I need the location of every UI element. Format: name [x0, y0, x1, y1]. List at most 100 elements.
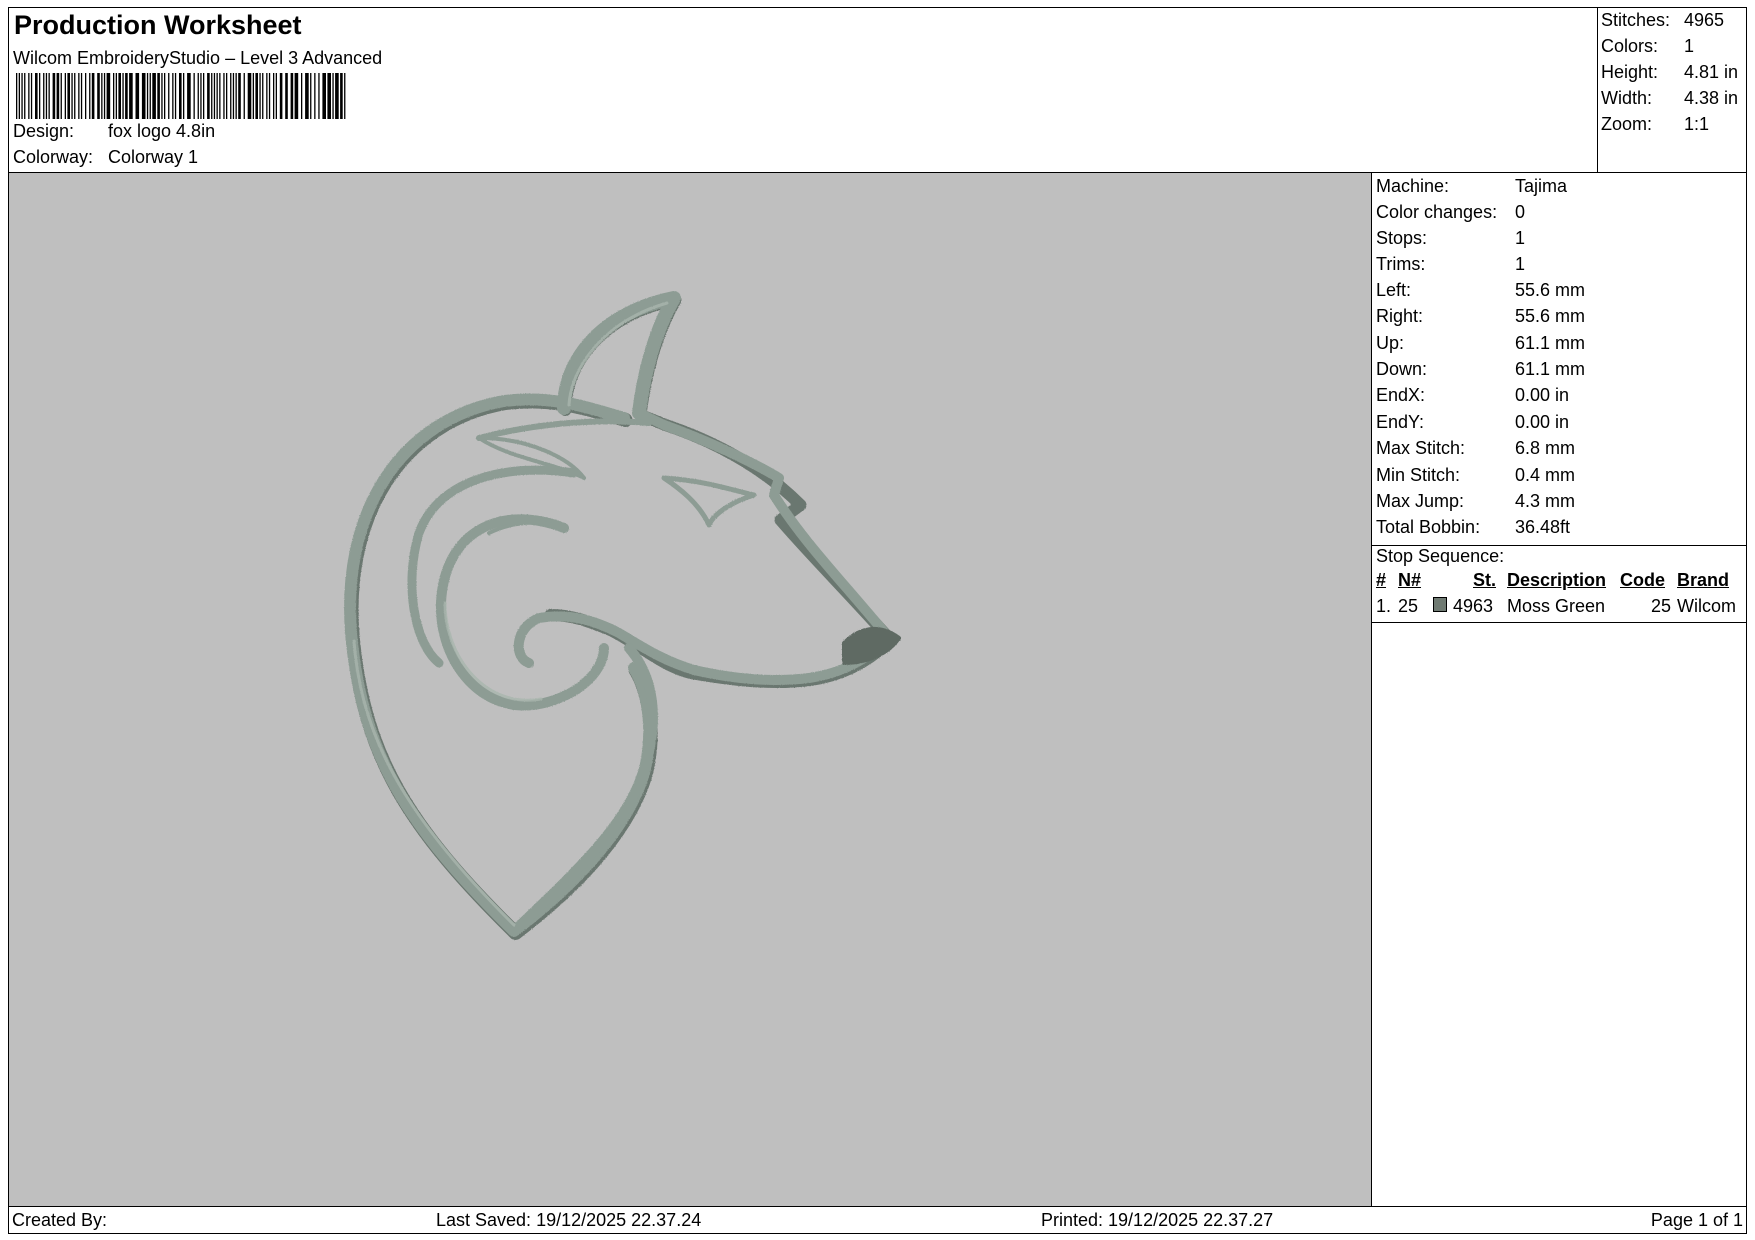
printed-date: Printed: 19/12/2025 22.37.27 — [1041, 1210, 1274, 1230]
trims-row: Trims: 1 — [1376, 254, 1526, 274]
barcode-bar — [322, 73, 326, 119]
row-description: Moss Green — [1507, 596, 1606, 616]
design-stats: Stitches: 4965 Colors: 1 Height: 4.81 in Wi… — [1598, 7, 1747, 173]
barcode-bar — [67, 73, 70, 119]
barcode-bar — [146, 73, 149, 119]
col-header-stitches: St. — [1473, 570, 1497, 590]
col-header-code: Code — [1620, 570, 1665, 590]
barcode-bar — [101, 73, 103, 119]
barcode-bar — [213, 73, 216, 119]
design-row: Design: fox logo 4.8in — [13, 121, 215, 142]
barcode-bar — [193, 73, 195, 119]
barcode-bar — [255, 73, 258, 119]
barcode-bar — [301, 73, 303, 119]
max-jump-row: Max Jump: 4.3 mm — [1376, 491, 1576, 511]
stat-height: Height: 4.81 in — [1601, 62, 1739, 82]
barcode — [16, 73, 346, 119]
col-header-brand: Brand — [1677, 570, 1730, 590]
barcode-bar — [35, 73, 38, 119]
design-label: Design: — [13, 121, 75, 141]
barcode-bar — [118, 73, 121, 119]
barcode-bar — [78, 73, 80, 119]
barcode-bar — [259, 73, 261, 119]
barcode-bar — [279, 73, 283, 119]
colorway-label: Colorway: — [13, 147, 94, 167]
stat-width: Width: 4.38 in — [1601, 88, 1739, 108]
barcode-bar — [252, 73, 254, 119]
barcode-bar — [174, 73, 177, 119]
right-row: Right: 55.6 mm — [1376, 306, 1586, 326]
barcode-bar — [187, 73, 191, 119]
created-by: Created By: — [12, 1210, 108, 1230]
stop-sequence-title: Stop Sequence: — [1376, 546, 1505, 566]
row-stitches: 4963 — [1453, 596, 1494, 616]
barcode-bar — [21, 73, 23, 119]
endy-row: EndY: 0.00 in — [1376, 412, 1570, 432]
barcode-bar — [207, 73, 210, 119]
barcode-bar — [28, 73, 30, 119]
barcode-bar — [305, 73, 309, 119]
barcode-bar — [106, 73, 111, 119]
stat-colors: Colors: 1 — [1601, 36, 1695, 56]
col-header-description: Description — [1507, 570, 1607, 590]
barcode-bar — [71, 73, 73, 119]
barcode-bar — [219, 73, 221, 119]
stops-row: Stops: 1 — [1376, 228, 1526, 248]
barcode-bar — [200, 73, 202, 119]
barcode-bar — [230, 73, 232, 119]
worksheet-footer: Created By: Last Saved: 19/12/2025 22.37… — [8, 1206, 1747, 1234]
barcode-bar — [103, 73, 106, 119]
barcode-bar — [266, 73, 268, 119]
barcode-bar — [157, 73, 160, 119]
machine-info-panel: Machine: Tajima Color changes: 0 Stops: 1 T… — [1372, 173, 1747, 546]
barcode-bar — [318, 73, 320, 119]
barcode-bar — [115, 73, 117, 119]
barcode-bar — [294, 73, 299, 119]
barcode-bar — [344, 73, 346, 119]
barcode-bar — [52, 73, 56, 119]
barcode-bar — [64, 73, 66, 119]
barcode-bar — [89, 73, 91, 119]
stop-sequence-panel: Stop Sequence: # N# St. Description Code… — [1372, 546, 1747, 623]
barcode-bar — [203, 73, 205, 119]
barcode-bar — [335, 73, 339, 119]
row-brand: Wilcom — [1677, 596, 1736, 616]
fox-logo-embroidery — [344, 291, 901, 940]
down-row: Down: 61.1 mm — [1376, 359, 1586, 379]
barcode-bar — [149, 73, 151, 119]
page-title: Production Worksheet — [14, 10, 302, 40]
barcode-bar — [172, 73, 174, 119]
barcode-bar — [238, 73, 241, 119]
barcode-bar — [179, 73, 182, 119]
barcode-bar — [164, 73, 166, 119]
left-row: Left: 55.6 mm — [1376, 280, 1586, 300]
barcode-bar — [45, 73, 48, 119]
barcode-bar — [80, 73, 83, 119]
color-changes-row: Color changes: 0 — [1376, 202, 1526, 222]
barcode-bar — [135, 73, 140, 119]
page-number: Page 1 of 1 — [1650, 1210, 1743, 1230]
barcode-bar — [125, 73, 128, 119]
up-row: Up: 61.1 mm — [1376, 333, 1586, 353]
barcode-bar — [85, 73, 87, 119]
barcode-bar — [285, 73, 288, 119]
barcode-bar — [262, 73, 264, 119]
barcode-bar — [310, 73, 312, 119]
barcode-bar — [211, 73, 213, 119]
barcode-bar — [223, 73, 225, 119]
barcode-bar — [39, 73, 41, 119]
barcode-bar — [273, 73, 275, 119]
barcode-bar — [18, 73, 20, 119]
barcode-bar — [43, 73, 45, 119]
stat-stitches: Stitches: 4965 — [1601, 10, 1725, 30]
barcode-bar — [152, 73, 156, 119]
barcode-bar — [232, 73, 235, 119]
barcode-bar — [161, 73, 163, 119]
row-needle: 25 — [1398, 596, 1419, 616]
colorway-row: Colorway: Colorway 1 — [13, 147, 198, 168]
col-header-needle: N# — [1398, 570, 1422, 590]
barcode-bar — [129, 73, 133, 119]
barcode-bar — [113, 73, 115, 119]
software-name: Wilcom EmbroideryStudio – Level 3 Advanc… — [13, 48, 383, 68]
colorway-value: Colorway 1 — [108, 147, 199, 167]
